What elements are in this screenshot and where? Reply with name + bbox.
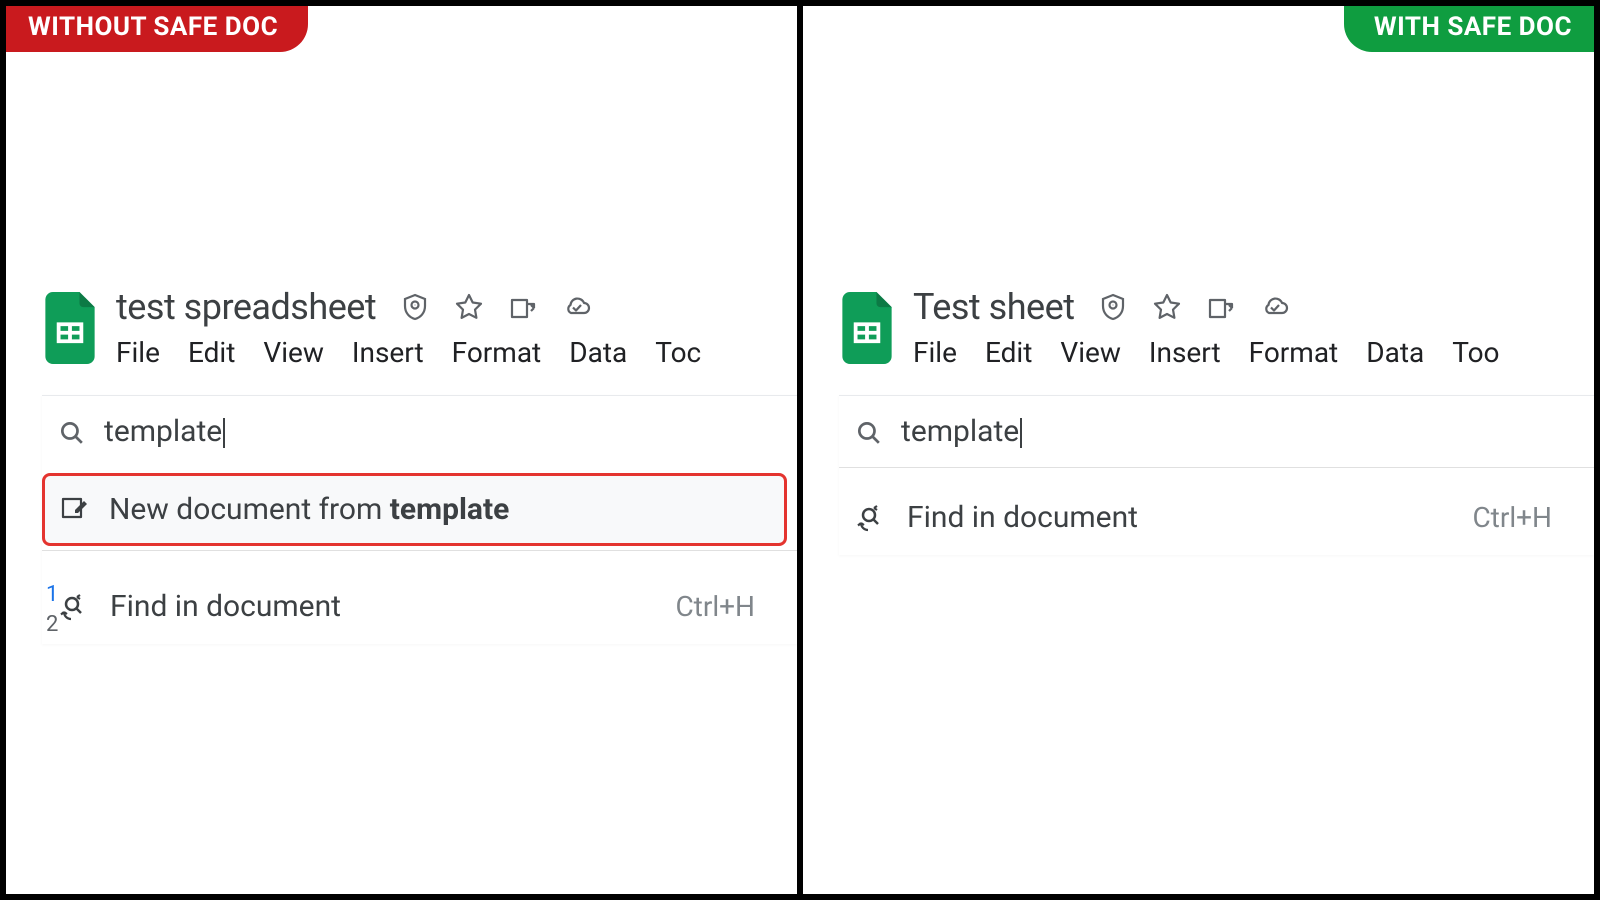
star-icon[interactable] — [454, 292, 484, 322]
result-find-in-document[interactable]: Find in document Ctrl+H — [42, 569, 797, 644]
move-icon[interactable] — [508, 292, 538, 322]
search-text: template — [104, 414, 225, 449]
menu-insert[interactable]: Insert — [352, 336, 424, 369]
find-replace-icon — [60, 592, 90, 622]
result-new-from-template[interactable]: New document from template — [42, 473, 787, 546]
search-icon — [58, 419, 84, 445]
help-search-box[interactable]: template — [839, 396, 1594, 467]
help-search-box[interactable]: template — [42, 396, 797, 467]
pencil-box-icon — [59, 495, 89, 525]
menubar: File Edit View Insert Format Data Too — [913, 336, 1500, 369]
privacy-icon[interactable] — [400, 292, 430, 322]
menu-insert[interactable]: Insert — [1149, 336, 1221, 369]
badge-with: WITH SAFE DOC — [1344, 6, 1594, 52]
menu-tools[interactable]: Too — [1452, 336, 1499, 369]
sheets-icon — [42, 292, 98, 364]
help-search-panel: template Find in document Ctrl+H — [839, 395, 1594, 555]
document-title[interactable]: test spreadsheet — [116, 286, 376, 328]
find-replace-icon — [857, 503, 887, 533]
cloud-status-icon[interactable] — [1260, 292, 1290, 322]
move-icon[interactable] — [1206, 292, 1236, 322]
menu-tools[interactable]: Toc — [655, 336, 701, 369]
result-label: Find in document — [110, 589, 341, 624]
help-search-panel: template New document from template Find… — [42, 395, 797, 644]
row-numbers: 12 — [42, 576, 62, 644]
pane-with-safe-doc: WITH SAFE DOC Test sheet File Edit View … — [803, 6, 1594, 894]
menu-format[interactable]: Format — [1249, 336, 1339, 369]
shortcut-label: Ctrl+H — [1472, 501, 1576, 534]
badge-without: WITHOUT SAFE DOC — [6, 6, 308, 52]
sheets-icon — [839, 292, 895, 364]
menu-data[interactable]: Data — [569, 336, 627, 369]
menu-edit[interactable]: Edit — [188, 336, 235, 369]
cloud-status-icon[interactable] — [562, 292, 592, 322]
privacy-icon[interactable] — [1098, 292, 1128, 322]
result-label: Find in document — [907, 500, 1138, 535]
search-text: template — [901, 414, 1022, 449]
menu-view[interactable]: View — [263, 336, 324, 369]
menu-file[interactable]: File — [913, 336, 957, 369]
result-find-in-document[interactable]: Find in document Ctrl+H — [839, 480, 1594, 555]
document-title[interactable]: Test sheet — [913, 286, 1074, 328]
spreadsheet-app-right: Test sheet File Edit View Insert Format … — [839, 286, 1594, 555]
menu-format[interactable]: Format — [452, 336, 542, 369]
menu-data[interactable]: Data — [1366, 336, 1424, 369]
titlebar: test spreadsheet File Edit View Insert F… — [42, 286, 797, 369]
menu-view[interactable]: View — [1060, 336, 1121, 369]
title-row: test spreadsheet — [116, 286, 701, 328]
search-icon — [855, 419, 881, 445]
menu-file[interactable]: File — [116, 336, 160, 369]
shortcut-label: Ctrl+H — [675, 590, 779, 623]
titlebar: Test sheet File Edit View Insert Format … — [839, 286, 1594, 369]
menu-edit[interactable]: Edit — [985, 336, 1032, 369]
title-row: Test sheet — [913, 286, 1500, 328]
result-label: New document from template — [109, 492, 509, 527]
pane-without-safe-doc: WITHOUT SAFE DOC test spreadsheet File E… — [6, 6, 797, 894]
spreadsheet-app-left: test spreadsheet File Edit View Insert F… — [42, 286, 797, 644]
menubar: File Edit View Insert Format Data Toc — [116, 336, 701, 369]
star-icon[interactable] — [1152, 292, 1182, 322]
